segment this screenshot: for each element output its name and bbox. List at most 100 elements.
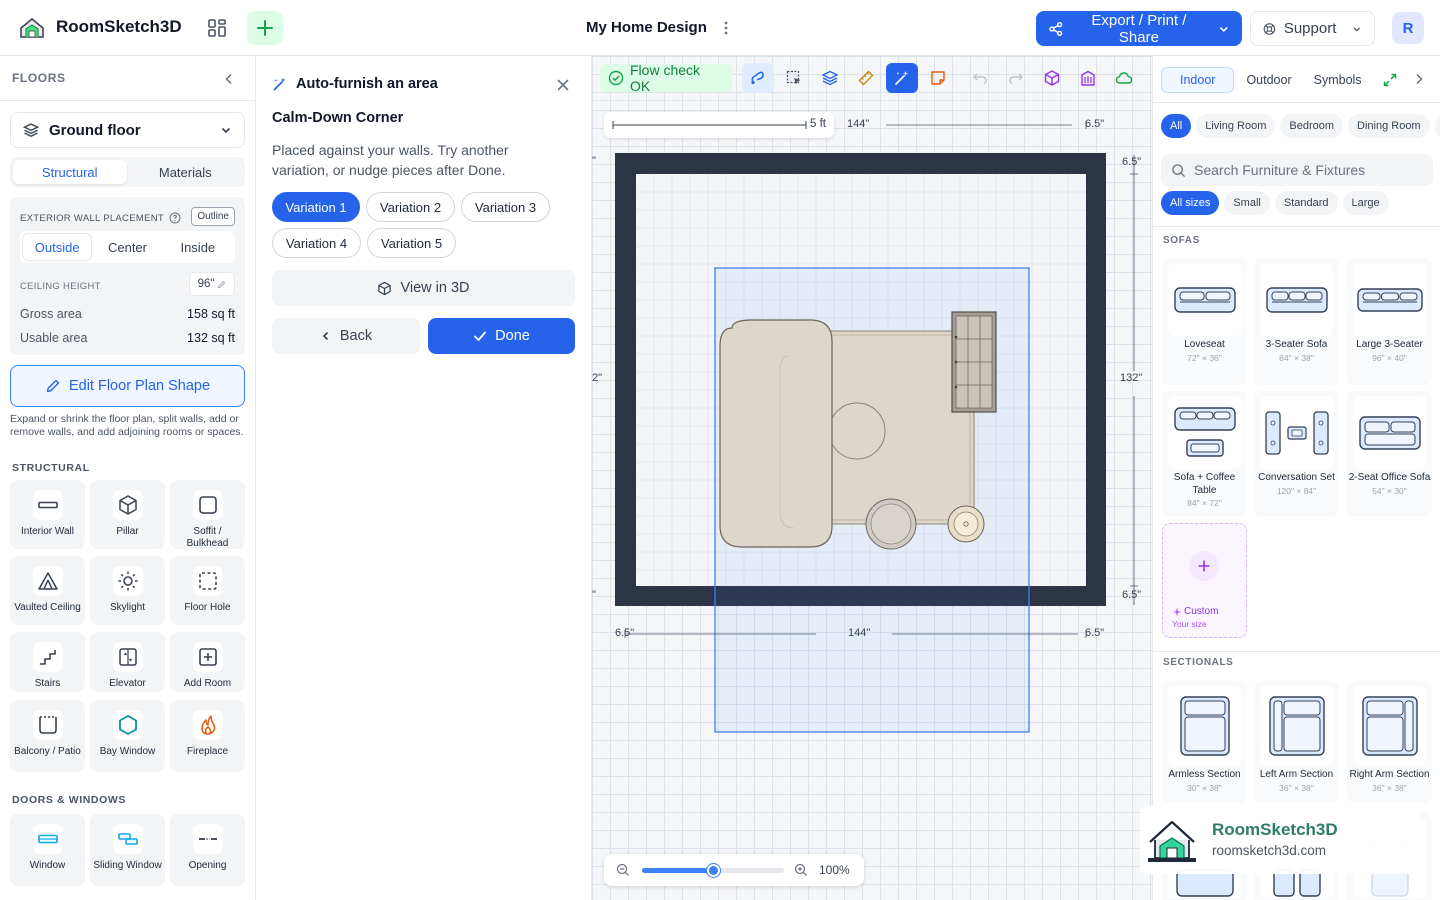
- tool-balcony[interactable]: Balcony / Patio: [10, 700, 85, 772]
- shelf-dot: [954, 360, 958, 364]
- custom-size-card[interactable]: Custom Your size: [1162, 523, 1247, 638]
- variation-3-button[interactable]: Variation 3: [461, 192, 550, 222]
- ceiling-height-input[interactable]: 96": [189, 272, 235, 296]
- tool-opening[interactable]: Opening: [170, 814, 245, 886]
- furniture-card-armless-section[interactable]: Armless Section 30" × 38": [1162, 681, 1247, 803]
- custom-label-text: Custom: [1184, 606, 1219, 617]
- chip-bedroom[interactable]: Bedroom: [1280, 114, 1344, 138]
- wall-settings-card: EXTERIOR WALL PLACEMENT Outline Outside …: [10, 197, 245, 355]
- chip-more[interactable]: [1434, 114, 1440, 138]
- floor-plan-canvas[interactable]: Flow check OK 5 ft 144" 6.5" 6.5" 132" 6…: [592, 56, 1152, 900]
- furniture-card-3-seater-sofa[interactable]: 3-Seater Sofa 84" × 38": [1254, 258, 1339, 385]
- tool-window[interactable]: Window: [10, 814, 85, 886]
- gross-area-value: 158 sq ft: [187, 307, 235, 321]
- tool-elevator[interactable]: Elevator: [90, 632, 165, 692]
- custom-label: Custom: [1172, 606, 1218, 617]
- tool-label: Balcony / Patio: [14, 746, 81, 757]
- variation-1-button[interactable]: Variation 1: [272, 192, 360, 222]
- furniture-card-right-arm-section[interactable]: Right Arm Section 36" × 38": [1347, 681, 1432, 803]
- exterior-wall-label: EXTERIOR WALL PLACEMENT: [20, 212, 181, 224]
- tool-sliding-window[interactable]: Sliding Window: [90, 814, 165, 886]
- furniture-size: 30" × 38": [1187, 782, 1222, 793]
- zoom-in-icon[interactable]: [794, 863, 808, 877]
- furniture-name: Right Arm Section: [1349, 769, 1430, 780]
- document-more-button[interactable]: [718, 16, 734, 40]
- tool-soffit[interactable]: Soffit / Bulkhead: [170, 480, 245, 549]
- furniture-card-large-3-seater[interactable]: Large 3-Seater 96" × 40": [1347, 258, 1432, 385]
- back-button[interactable]: Back: [272, 318, 420, 354]
- pencil-icon: [46, 379, 60, 393]
- tab-materials[interactable]: Materials: [129, 160, 243, 184]
- tool-pillar[interactable]: Pillar: [90, 480, 165, 549]
- close-button[interactable]: [554, 76, 572, 94]
- dim-right-top: 6.5": [1122, 156, 1142, 168]
- tab-indoor[interactable]: Indoor: [1161, 67, 1235, 93]
- ottoman-top: [870, 503, 912, 545]
- chip-all-sizes[interactable]: All sizes: [1161, 191, 1220, 215]
- variation-2-button[interactable]: Variation 2: [366, 192, 455, 222]
- help-icon[interactable]: [169, 212, 181, 224]
- dim-top-right: 6.5": [1085, 118, 1105, 130]
- chip-large[interactable]: Large: [1342, 191, 1389, 215]
- zoom-slider-thumb[interactable]: [707, 864, 720, 877]
- collapse-sidebar-button[interactable]: [220, 70, 238, 88]
- chip-all[interactable]: All: [1161, 114, 1192, 138]
- variation-5-button[interactable]: Variation 5: [367, 228, 456, 258]
- chip-dining-room[interactable]: Dining Room: [1348, 114, 1430, 138]
- zoom-out-icon[interactable]: [616, 863, 630, 877]
- gross-area-row: Gross area 158 sq ft: [20, 307, 235, 321]
- dim-bottom-left: 6.5": [615, 627, 635, 639]
- furniture-card-2-seat-office-sofa[interactable]: 2-Seat Office Sofa 54" × 30": [1347, 391, 1432, 516]
- chip-living-room[interactable]: Living Room: [1196, 114, 1276, 138]
- chip-small[interactable]: Small: [1224, 191, 1270, 215]
- tab-symbols[interactable]: Symbols: [1304, 67, 1372, 93]
- tab-structural[interactable]: Structural: [13, 160, 127, 184]
- armless-section-icon: [1168, 686, 1241, 766]
- tool-skylight[interactable]: Skylight: [90, 556, 165, 625]
- furniture-card-loveseat[interactable]: Loveseat 72" × 36": [1162, 258, 1247, 385]
- tool-floor-hole[interactable]: Floor Hole: [170, 556, 245, 625]
- tool-bay-window[interactable]: Bay Window: [90, 700, 165, 772]
- furniture-card-sofa-coffee-table[interactable]: Sofa + Coffee Table 84" × 72": [1162, 391, 1247, 516]
- grid-menu-button[interactable]: [200, 12, 234, 44]
- edit-floor-plan-shape-button[interactable]: Edit Floor Plan Shape: [10, 365, 245, 407]
- expand-panel-button[interactable]: [1382, 72, 1398, 88]
- add-button[interactable]: [247, 11, 283, 45]
- next-tab-button[interactable]: [1411, 71, 1427, 87]
- tab-outdoor[interactable]: Outdoor: [1236, 67, 1301, 93]
- sofa[interactable]: [719, 319, 833, 548]
- outline-toggle[interactable]: Outline: [191, 207, 235, 226]
- done-button[interactable]: Done: [428, 318, 575, 354]
- floor-cushion[interactable]: [828, 402, 886, 460]
- document-title[interactable]: My Home Design: [586, 19, 707, 36]
- tool-stairs[interactable]: Stairs: [10, 632, 85, 692]
- furniture-card-left-arm-section[interactable]: Left Arm Section 36" × 38": [1254, 681, 1339, 803]
- placement-inside[interactable]: Inside: [164, 234, 232, 260]
- tool-add-room[interactable]: Add Room: [170, 632, 245, 692]
- layers-icon: [23, 123, 39, 137]
- variation-4-button[interactable]: Variation 4: [272, 228, 361, 258]
- chevron-down-icon: [221, 127, 231, 134]
- zoom-slider-track[interactable]: [642, 864, 784, 877]
- sofa-icon: [1260, 263, 1333, 336]
- tool-fireplace[interactable]: Fireplace: [170, 700, 245, 772]
- chip-standard[interactable]: Standard: [1274, 191, 1338, 215]
- furniture-search-input[interactable]: Search Furniture & Fixtures: [1161, 154, 1433, 186]
- furniture-card-conversation-set[interactable]: Conversation Set 120" × 84": [1254, 391, 1339, 516]
- furniture-name: Large 3-Seater: [1356, 339, 1423, 350]
- tool-vaulted-ceiling[interactable]: Vaulted Ceiling: [10, 556, 85, 625]
- sofa-table-icon: [1168, 396, 1241, 469]
- view-in-3d-button[interactable]: View in 3D: [272, 270, 575, 306]
- structural-header: STRUCTURAL: [12, 462, 90, 474]
- floor-select[interactable]: Ground floor: [10, 112, 245, 148]
- user-avatar[interactable]: R: [1392, 12, 1424, 44]
- support-button[interactable]: Support: [1250, 11, 1375, 46]
- interior-wall-icon: [32, 490, 63, 520]
- plus-icon: [257, 20, 273, 36]
- furniture-name: Loveseat: [1184, 339, 1225, 350]
- placement-center[interactable]: Center: [93, 234, 161, 260]
- tool-interior-wall[interactable]: Interior Wall: [10, 480, 85, 549]
- edit-shape-help-text: Expand or shrink the floor plan, split w…: [10, 413, 244, 438]
- placement-outside[interactable]: Outside: [23, 234, 92, 260]
- export-button[interactable]: Export / Print / Share: [1036, 11, 1242, 46]
